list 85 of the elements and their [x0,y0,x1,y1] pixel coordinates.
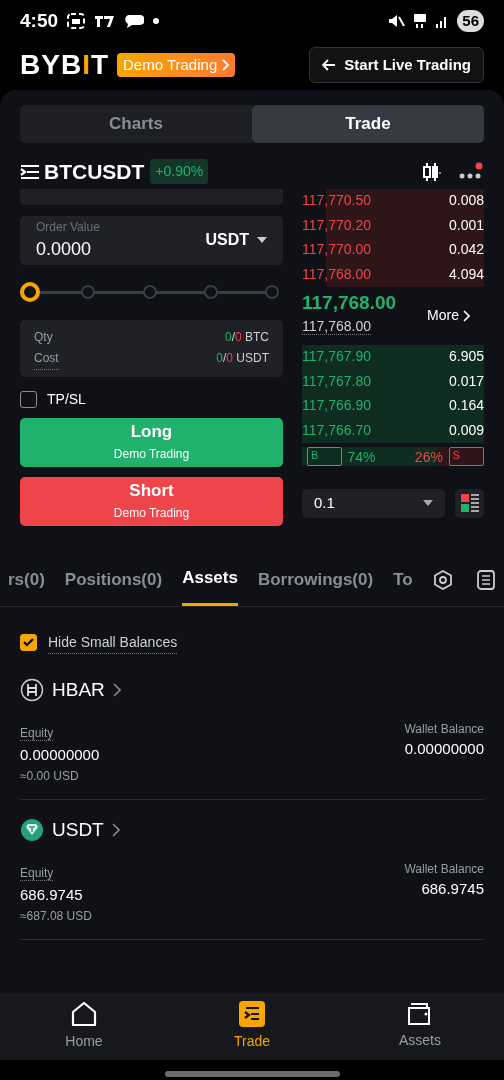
chevron-icon [463,309,470,322]
symbol-name[interactable]: BTCUSDT [44,155,145,188]
wallet-balance-value: 0.00000000 [404,739,484,759]
start-live-trading-button[interactable]: Start Live Trading [309,46,484,84]
order-price[interactable]: 117,767.90 [302,346,372,368]
order-size: 0.009 [448,420,484,440]
equity-value: 0.00000000 [20,745,100,765]
hide-small-balances-label: Hide Small Balances [48,631,178,654]
nav-tab[interactable]: Trade [168,993,336,1060]
position-tab[interactable]: Borrowings(0) [257,553,374,606]
nav-tab[interactable]: Home [0,993,168,1060]
hide-small-balances-checkbox[interactable] [20,634,37,651]
order-price[interactable]: 117,767.80 [302,370,372,392]
order-size: 4.094 [448,264,484,284]
position-tab[interactable]: To [393,553,413,606]
chevron-icon[interactable] [112,682,121,697]
coin-symbol[interactable]: HBAR [52,675,105,704]
order-size: 0.042 [448,240,484,260]
sell-ratio: 26% [414,447,444,466]
wallet-balance-label: Wallet Balance [404,721,484,738]
order-size: 6.905 [448,347,484,367]
view-tab[interactable]: Trade [252,105,484,143]
logo: BYBIT [20,48,109,82]
caret-icon [257,237,267,243]
order-size: 0.008 [448,191,484,211]
chevron-icon[interactable] [111,822,120,837]
tpsl-label: TP/SL [47,389,86,409]
status-time: 4:50 [20,8,59,33]
wallet-balance-value: 686.9745 [420,879,484,899]
check-icon [23,638,34,647]
equity-value: 686.9745 [20,885,84,905]
summary-label: Qty [34,328,53,346]
battery-indicator: 56 [457,9,484,33]
order-price[interactable]: 117,770.50 [302,190,372,212]
equity-label: Equity [20,866,54,881]
candlestick-icon[interactable] [422,160,442,183]
chevron-icon [221,59,230,71]
home-icon [71,1001,97,1027]
equity-label: Equity [20,726,54,741]
sell-badge: S [448,446,484,466]
short-button[interactable]: Short Demo Trading [20,476,283,526]
mark-price: 117,768.00 [302,317,372,335]
caret-icon [423,500,433,506]
coin-icon [20,817,44,842]
order-price[interactable]: 117,768.00 [302,263,372,285]
trade-icon [239,1001,265,1027]
order-size: 0.164 [448,396,484,416]
arrow-left-icon [322,59,337,71]
order-price[interactable]: 117,770.20 [302,214,372,236]
chat-icon [124,13,145,29]
layout-button[interactable] [455,488,484,518]
equity-usd: ≈687.08 USD [20,907,92,925]
wallet-balance-label: Wallet Balance [404,861,484,878]
coin-icon [20,677,44,702]
summary-value: 0/0 BTC [224,328,269,346]
buy-ratio: 74% [347,447,377,466]
summary-value: 0/0 USDT [216,349,269,367]
summary-label: Cost [34,347,59,370]
order-price[interactable]: 117,770.00 [302,239,372,261]
dot-icon [152,17,161,25]
order-price[interactable]: 117,766.70 [302,419,372,441]
order-price[interactable]: 117,766.90 [302,395,372,417]
nav-tab[interactable]: Assets [336,993,504,1060]
app-icon [94,14,117,28]
order-size: 0.001 [448,215,484,235]
network-icon [413,13,428,29]
position-tab[interactable]: rs(0) [8,553,45,606]
equity-usd: ≈0.00 USD [20,767,80,785]
list-icon[interactable] [20,163,40,180]
mute-icon [387,13,406,29]
order-value-field[interactable]: Order Value 0.0000 USDT [20,215,283,265]
position-tab[interactable]: Assets [182,553,238,606]
tpsl-checkbox[interactable] [20,390,37,408]
last-price: 117,768.00 [302,293,397,314]
precision-dropdown[interactable]: 0.1 [302,488,445,518]
document-icon[interactable] [476,569,495,590]
coin-symbol[interactable]: USDT [52,815,104,844]
settings-icon[interactable] [432,569,453,590]
screenshot-icon [66,12,87,30]
price-change-badge: +0.90% [150,159,209,184]
view-tab[interactable]: Charts [20,105,252,143]
buy-badge: B [307,446,343,466]
position-tab[interactable]: Positions(0) [64,553,163,606]
more-button[interactable]: More [427,305,470,326]
order-size: 0.017 [448,371,484,391]
